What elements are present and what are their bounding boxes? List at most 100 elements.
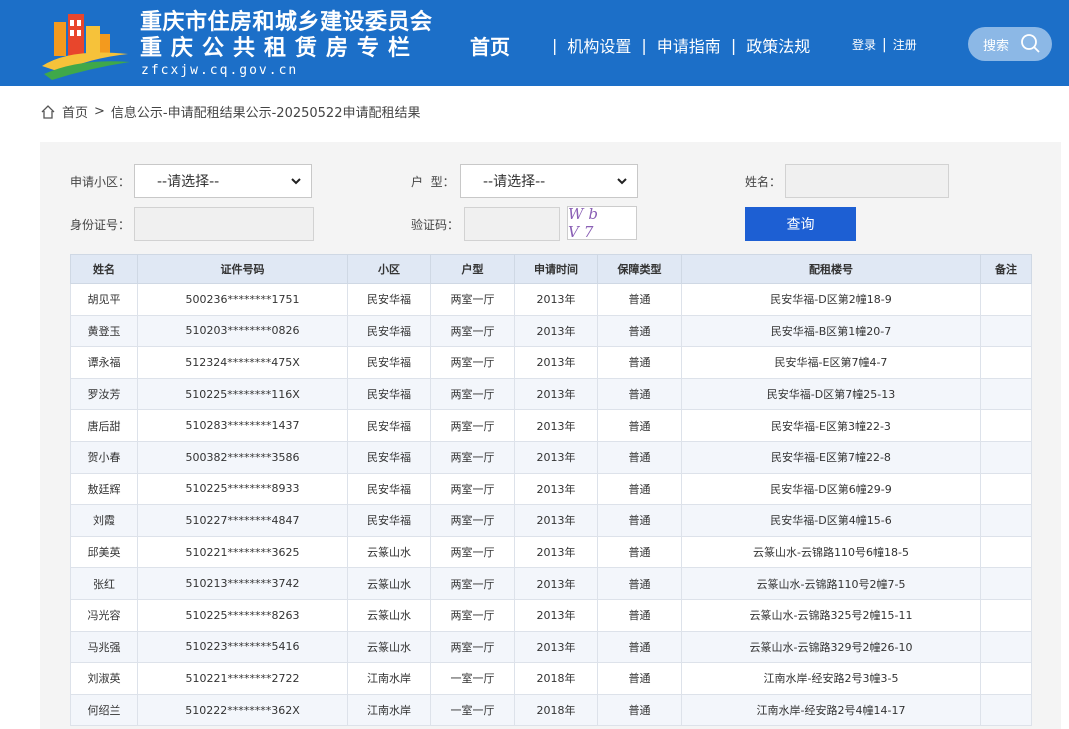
cell-name: 马兆强 bbox=[70, 630, 138, 664]
nav-separator: | bbox=[730, 35, 737, 55]
cell-community: 江南水岸 bbox=[347, 693, 431, 727]
cell-building: 民安华福-E区第7幢22-8 bbox=[681, 440, 981, 474]
cell-remark bbox=[980, 283, 1032, 316]
cell-guarantee-type: 普通 bbox=[597, 535, 682, 569]
cell-unit-type: 两室一厅 bbox=[430, 598, 515, 632]
table-row: 黄登玉 510203********0826 民安华福 两室一厅 2013年 普通 民安华福… bbox=[70, 314, 1032, 348]
cell-remark bbox=[980, 662, 1032, 695]
cell-guarantee-type: 普通 bbox=[597, 346, 682, 379]
cell-name: 胡见平 bbox=[70, 283, 138, 316]
cell-name: 张红 bbox=[70, 567, 138, 600]
auth-links: 登录 | 注册 bbox=[852, 36, 917, 53]
site-header: 重庆市住房和城乡建设委员会 重庆公共租赁房专栏 zfcxjw.cq.gov.cn… bbox=[0, 0, 1069, 86]
cell-name: 唐后甜 bbox=[70, 409, 138, 442]
cell-name: 刘霞 bbox=[70, 504, 138, 537]
query-button[interactable]: 查询 bbox=[745, 207, 856, 241]
login-link[interactable]: 登录 bbox=[852, 36, 876, 53]
cell-apply-time: 2013年 bbox=[514, 598, 598, 632]
column-header-unit-type: 户型 bbox=[430, 254, 515, 284]
cell-guarantee-type: 普通 bbox=[597, 567, 682, 600]
nav-home-link[interactable]: 首页 bbox=[470, 31, 510, 60]
cell-unit-type: 两室一厅 bbox=[430, 409, 515, 442]
cell-apply-time: 2013年 bbox=[514, 283, 598, 316]
cell-building: 云篆山水-云锦路110号6幢18-5 bbox=[681, 535, 981, 569]
cell-unit-type: 两室一厅 bbox=[430, 283, 515, 316]
table-row: 何绍兰 510222********362X 江南水岸 一室一厅 2018年 普通 江南水岸… bbox=[70, 693, 1032, 727]
cell-community: 民安华福 bbox=[347, 283, 431, 316]
type-select[interactable]: --请选择-- bbox=[460, 164, 638, 198]
cell-guarantee-type: 普通 bbox=[597, 630, 682, 664]
cell-apply-time: 2018年 bbox=[514, 693, 598, 727]
nav-item-policies[interactable]: 政策法规 bbox=[746, 33, 810, 57]
cell-building: 江南水岸-经安路2号3幢3-5 bbox=[681, 662, 981, 695]
table-row: 谭永福 512324********475X 民安华福 两室一厅 2013年 普通 民安华福… bbox=[70, 346, 1032, 379]
column-header-remark: 备注 bbox=[980, 254, 1032, 284]
cell-community: 民安华福 bbox=[347, 377, 431, 411]
cell-unit-type: 两室一厅 bbox=[430, 346, 515, 379]
column-header-community: 小区 bbox=[347, 254, 431, 284]
cell-guarantee-type: 普通 bbox=[597, 662, 682, 695]
cell-apply-time: 2013年 bbox=[514, 504, 598, 537]
community-label: 申请小区： bbox=[70, 175, 131, 189]
chevron-down-icon bbox=[291, 178, 301, 185]
cell-guarantee-type: 普通 bbox=[597, 409, 682, 442]
nav-separator: | bbox=[641, 35, 647, 55]
site-subtitle: 重庆公共租赁房专栏 bbox=[140, 36, 420, 61]
cell-apply-time: 2013年 bbox=[514, 346, 598, 379]
result-table: 姓名 证件号码 小区 户型 申请时间 保障类型 配租楼号 备注 胡见平 50023… bbox=[70, 254, 1032, 727]
search-button[interactable]: 搜索 bbox=[968, 27, 1052, 61]
cell-building: 民安华福-D区第4幢15-6 bbox=[681, 504, 981, 537]
captcha-image[interactable]: Wb V7 bbox=[567, 205, 637, 241]
cell-id-number: 500382********3586 bbox=[137, 440, 348, 474]
cell-guarantee-type: 普通 bbox=[597, 314, 682, 348]
id-number-input[interactable] bbox=[134, 207, 314, 241]
cell-id-number: 510221********2722 bbox=[137, 662, 348, 695]
column-header-id-number: 证件号码 bbox=[137, 254, 348, 284]
cell-unit-type: 一室一厅 bbox=[430, 693, 515, 727]
breadcrumb-home-link[interactable]: 首页 bbox=[62, 102, 88, 121]
cell-apply-time: 2013年 bbox=[514, 630, 598, 664]
home-icon bbox=[41, 104, 55, 119]
cell-unit-type: 两室一厅 bbox=[430, 630, 515, 664]
cell-community: 民安华福 bbox=[347, 472, 431, 506]
captcha-input[interactable] bbox=[464, 207, 560, 241]
table-row: 贺小春 500382********3586 民安华福 两室一厅 2013年 普通 民安华福… bbox=[70, 440, 1032, 474]
nav-item-organization[interactable]: 机构设置 bbox=[567, 33, 631, 57]
site-title: 重庆市住房和城乡建设委员会 bbox=[140, 10, 433, 35]
table-row: 刘霞 510227********4847 民安华福 两室一厅 2013年 普通 民安华福-… bbox=[70, 504, 1032, 537]
community-select[interactable]: --请选择-- bbox=[134, 164, 312, 198]
cell-building: 云篆山水-云锦路110号2幢7-5 bbox=[681, 567, 981, 600]
cell-name: 黄登玉 bbox=[70, 314, 138, 348]
search-label: 搜索 bbox=[983, 38, 1010, 54]
name-input[interactable] bbox=[785, 164, 949, 198]
breadcrumb-current[interactable]: 信息公示-申请配租结果公示-20250522申请配租结果 bbox=[111, 102, 421, 121]
cell-name: 罗汝芳 bbox=[70, 377, 138, 411]
cell-id-number: 510227********4847 bbox=[137, 504, 348, 537]
cell-building: 民安华福-E区第7幢4-7 bbox=[681, 346, 981, 379]
cell-name: 冯光容 bbox=[70, 598, 138, 632]
cell-id-number: 510283********1437 bbox=[137, 409, 348, 442]
cell-building: 云篆山水-云锦路329号2幢26-10 bbox=[681, 630, 981, 664]
cell-id-number: 510225********8933 bbox=[137, 472, 348, 506]
cell-community: 民安华福 bbox=[347, 440, 431, 474]
cell-apply-time: 2013年 bbox=[514, 409, 598, 442]
cell-community: 江南水岸 bbox=[347, 662, 431, 695]
cell-apply-time: 2013年 bbox=[514, 440, 598, 474]
cell-remark bbox=[980, 346, 1032, 379]
cell-id-number: 512324********475X bbox=[137, 346, 348, 379]
cell-apply-time: 2018年 bbox=[514, 662, 598, 695]
site-logo[interactable] bbox=[40, 8, 132, 80]
community-select-value: --请选择-- bbox=[157, 174, 220, 190]
cell-community: 云篆山水 bbox=[347, 630, 431, 664]
cell-building: 民安华福-D区第6幢29-9 bbox=[681, 472, 981, 506]
cell-community: 民安华福 bbox=[347, 346, 431, 379]
cell-apply-time: 2013年 bbox=[514, 567, 598, 600]
table-row: 罗汝芳 510225********116X 民安华福 两室一厅 2013年 普通 民安华福… bbox=[70, 377, 1032, 411]
cell-id-number: 510213********3742 bbox=[137, 567, 348, 600]
cell-building: 民安华福-D区第7幢25-13 bbox=[681, 377, 981, 411]
nav-item-application-guide[interactable]: 申请指南 bbox=[657, 33, 721, 57]
breadcrumb: 首页 > 信息公示-申请配租结果公示-20250522申请配租结果 bbox=[40, 102, 420, 121]
register-link[interactable]: 注册 bbox=[893, 36, 917, 53]
site-url: zfcxjw.cq.gov.cn bbox=[141, 63, 299, 78]
type-select-value: --请选择-- bbox=[483, 174, 546, 190]
